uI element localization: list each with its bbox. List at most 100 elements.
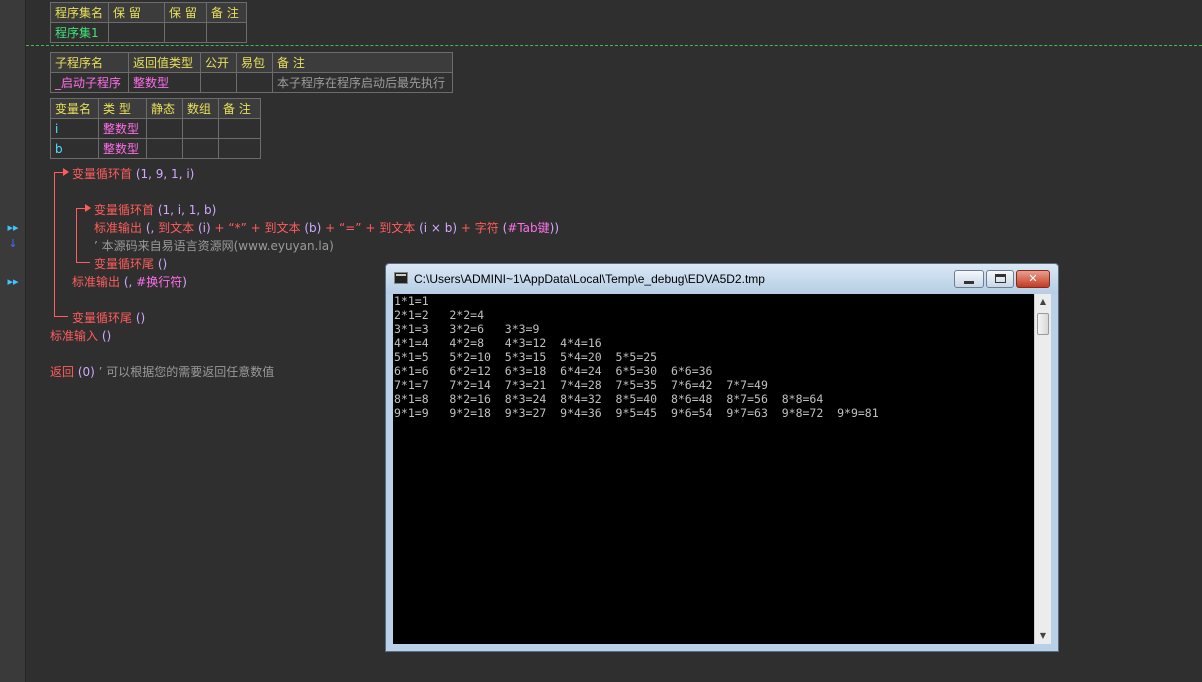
code-token: 到文本	[379, 221, 416, 235]
code-token: “*”	[228, 221, 247, 235]
arguments: ()	[157, 257, 168, 271]
code-token: (,	[145, 221, 159, 235]
col-header: 数组	[182, 98, 219, 119]
keyword: 返回	[50, 365, 75, 379]
code-token: (b)	[304, 221, 322, 235]
console-window[interactable]: C:\Users\ADMINI~1\AppData\Local\Temp\e_d…	[385, 263, 1059, 652]
col-header: 类 型	[98, 98, 147, 119]
loop-flow-line	[54, 172, 55, 316]
code-line[interactable]: 变量循环尾 ()	[72, 309, 145, 326]
return-type-cell[interactable]: 整数型	[128, 72, 201, 93]
loop-flow-line	[76, 262, 90, 263]
table-cell[interactable]	[236, 72, 273, 93]
console-icon	[394, 272, 408, 284]
loop-arrow-icon	[63, 168, 69, 176]
window-title: C:\Users\ADMINI~1\AppData\Local\Temp\e_d…	[414, 272, 765, 286]
var-name-cell[interactable]: b	[50, 138, 99, 159]
code-token: #Tab键	[507, 221, 550, 235]
code-token: ))	[549, 221, 560, 235]
table-cell[interactable]	[206, 22, 247, 43]
subroutine-table: 子程序名 返回值类型 公开 易包 备 注 _启动子程序 整数型 本子程序在程序启…	[50, 52, 453, 93]
code-token: +	[210, 221, 229, 235]
table-cell[interactable]	[218, 138, 261, 159]
table-cell[interactable]	[218, 118, 261, 139]
code-line[interactable]: ’ 本源码来自易语言资源网(www.eyuyan.la)	[94, 237, 334, 254]
code-token: +	[246, 221, 265, 235]
maximize-icon	[995, 274, 1006, 283]
arguments: ()	[101, 329, 112, 343]
code-line[interactable]: 标准输出 (, 到文本 (i) + “*” + 到文本 (b) + “=” + …	[94, 219, 559, 236]
section-divider	[26, 45, 1202, 46]
col-header: 备 注	[272, 52, 453, 73]
code-token: #换行符	[136, 275, 183, 289]
minimize-button[interactable]	[954, 270, 984, 288]
col-header: 变量名	[50, 98, 99, 119]
code-token: “=”	[339, 221, 362, 235]
arguments: (1, i, 1, b)	[157, 203, 217, 217]
scroll-thumb[interactable]	[1037, 313, 1049, 335]
col-header: 保 留	[164, 2, 207, 23]
code-token: (i)	[198, 221, 211, 235]
subroutine-name-cell[interactable]: _启动子程序	[50, 72, 129, 93]
scroll-up-icon[interactable]: ▲	[1035, 294, 1051, 310]
var-type-cell[interactable]: 整数型	[98, 118, 147, 139]
keyword: 标准输入	[50, 329, 99, 343]
table-cell[interactable]	[108, 22, 165, 43]
scroll-down-icon[interactable]: ▼	[1035, 628, 1051, 644]
comment: ’ 可以根据您的需要返回任意数值	[98, 365, 275, 379]
editor-gutter: ▸▸ ↓ ▸▸	[0, 0, 26, 682]
col-header: 易包	[236, 52, 273, 73]
table-cell[interactable]	[164, 22, 207, 43]
col-header: 公开	[200, 52, 237, 73]
keyword: 标准输出	[94, 221, 143, 235]
breakpoint-arrow-icon[interactable]: ▸▸	[0, 221, 26, 234]
table-row: b 整数型	[50, 138, 261, 159]
arguments: (1, 9, 1, i)	[135, 167, 195, 181]
loop-flow-line	[76, 208, 77, 262]
code-token: 到文本	[264, 221, 301, 235]
arguments: (0)	[77, 365, 95, 379]
table-cell[interactable]	[182, 118, 219, 139]
maximize-button[interactable]	[986, 270, 1014, 288]
keyword: 变量循环尾	[94, 257, 155, 271]
remark-cell[interactable]: 本子程序在程序启动后最先执行	[272, 72, 453, 93]
assembly-table: 程序集名 保 留 保 留 备 注 程序集1	[50, 2, 247, 43]
col-header: 静态	[146, 98, 183, 119]
console-output[interactable]: 1*1=1 2*1=2 2*2=4 3*1=3 3*2=6 3*3=9 4*1=…	[393, 294, 1034, 644]
code-token: 到文本	[158, 221, 195, 235]
var-name-cell[interactable]: i	[50, 118, 99, 139]
code-line[interactable]: 变量循环尾 ()	[94, 255, 167, 272]
code-token: )	[182, 275, 187, 289]
code-token: 字符	[474, 221, 499, 235]
breakpoint-arrow-icon[interactable]: ▸▸	[0, 275, 26, 288]
code-line[interactable]: 标准输入 ()	[50, 327, 111, 344]
table-row: i 整数型	[50, 118, 261, 139]
code-line[interactable]: 标准输出 (, #换行符)	[72, 273, 187, 290]
keyword: 变量循环首	[72, 167, 133, 181]
window-titlebar[interactable]: C:\Users\ADMINI~1\AppData\Local\Temp\e_d…	[386, 264, 1058, 294]
col-header: 返回值类型	[128, 52, 201, 73]
col-header: 子程序名	[50, 52, 129, 73]
col-header: 备 注	[218, 98, 261, 119]
table-cell[interactable]	[182, 138, 219, 159]
code-line[interactable]: 变量循环首 (1, 9, 1, i)	[72, 165, 194, 182]
assembly-name-cell[interactable]: 程序集1	[50, 22, 109, 43]
keyword: 变量循环尾	[72, 311, 133, 325]
arguments: ()	[135, 311, 146, 325]
var-type-cell[interactable]: 整数型	[98, 138, 147, 159]
code-line[interactable]: 变量循环首 (1, i, 1, b)	[94, 201, 216, 218]
table-cell[interactable]	[146, 138, 183, 159]
loop-arrow-icon	[85, 204, 91, 212]
col-header: 保 留	[108, 2, 165, 23]
loop-flow-line	[54, 316, 68, 317]
table-cell[interactable]	[146, 118, 183, 139]
code-token: (,	[123, 275, 137, 289]
code-token: (i × b)	[419, 221, 458, 235]
close-button[interactable]: ✕	[1016, 270, 1050, 288]
code-line[interactable]: 返回 (0) ’ 可以根据您的需要返回任意数值	[50, 363, 274, 380]
vertical-scrollbar[interactable]: ▲ ▼	[1034, 294, 1051, 644]
variable-table: 变量名 类 型 静态 数组 备 注 i 整数型 b 整数型	[50, 98, 261, 159]
table-cell[interactable]	[200, 72, 237, 93]
minimize-icon	[964, 281, 974, 284]
comment: ’ 本源码来自易语言资源网(www.eyuyan.la)	[94, 239, 334, 253]
